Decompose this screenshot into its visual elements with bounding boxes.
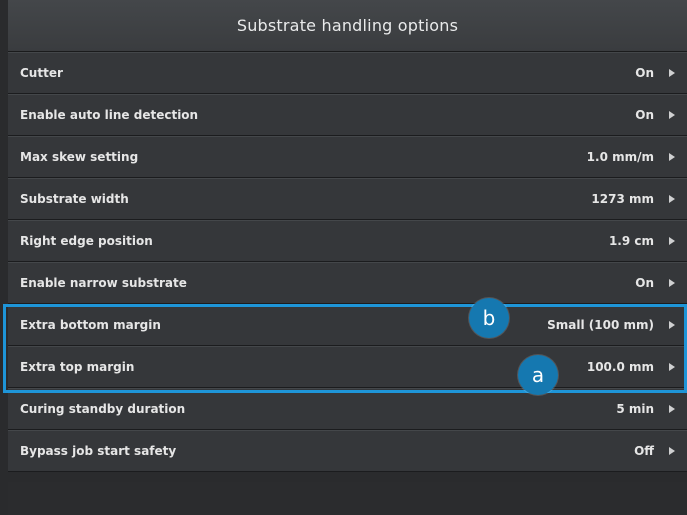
chevron-right-icon (669, 237, 675, 245)
row-value: On (635, 108, 654, 122)
row-right-edge-position[interactable]: Right edge position 1.9 cm (8, 220, 687, 262)
callout-b: b (469, 298, 509, 338)
chevron-right-icon (669, 447, 675, 455)
row-value: On (635, 276, 654, 290)
chevron-right-icon (669, 279, 675, 287)
row-max-skew-setting[interactable]: Max skew setting 1.0 mm/m (8, 136, 687, 178)
app-frame: Substrate handling options Cutter On Ena… (0, 0, 687, 515)
row-label: Curing standby duration (20, 402, 186, 416)
chevron-right-icon (669, 405, 675, 413)
row-extra-bottom-margin[interactable]: Extra bottom margin Small (100 mm) (8, 304, 687, 346)
chevron-right-icon (669, 363, 675, 371)
row-enable-auto-line-detection[interactable]: Enable auto line detection On (8, 94, 687, 136)
row-label: Substrate width (20, 192, 129, 206)
row-substrate-width[interactable]: Substrate width 1273 mm (8, 178, 687, 220)
row-label: Extra top margin (20, 360, 135, 374)
row-value: 1.9 cm (608, 234, 654, 248)
row-cutter[interactable]: Cutter On (8, 52, 687, 94)
row-label: Cutter (20, 66, 63, 80)
page-title: Substrate handling options (236, 16, 459, 35)
row-label: Extra bottom margin (20, 318, 161, 332)
row-enable-narrow-substrate[interactable]: Enable narrow substrate On (8, 262, 687, 304)
row-value: 100.0 mm (586, 360, 654, 374)
row-curing-standby-duration[interactable]: Curing standby duration 5 min (8, 388, 687, 430)
empty-footer-area (8, 482, 687, 515)
row-label: Enable narrow substrate (20, 276, 187, 290)
row-label: Max skew setting (20, 150, 139, 164)
chevron-right-icon (669, 69, 675, 77)
chevron-right-icon (669, 111, 675, 119)
row-value: On (635, 66, 654, 80)
options-list: Cutter On Enable auto line detection On … (8, 52, 687, 472)
row-value: Off (634, 444, 654, 458)
callout-a: a (518, 355, 558, 395)
row-extra-top-margin[interactable]: Extra top margin 100.0 mm (8, 346, 687, 388)
row-value: Small (100 mm) (547, 318, 654, 332)
title-bar: Substrate handling options (8, 0, 687, 52)
chevron-right-icon (669, 195, 675, 203)
row-label: Enable auto line detection (20, 108, 199, 122)
chevron-right-icon (669, 153, 675, 161)
chevron-right-icon (669, 321, 675, 329)
row-value: 1.0 mm/m (586, 150, 654, 164)
row-label: Right edge position (20, 234, 153, 248)
row-bypass-job-start-safety[interactable]: Bypass job start safety Off (8, 430, 687, 472)
row-value: 5 min (616, 402, 654, 416)
row-label: Bypass job start safety (20, 444, 177, 458)
row-value: 1273 mm (591, 192, 654, 206)
